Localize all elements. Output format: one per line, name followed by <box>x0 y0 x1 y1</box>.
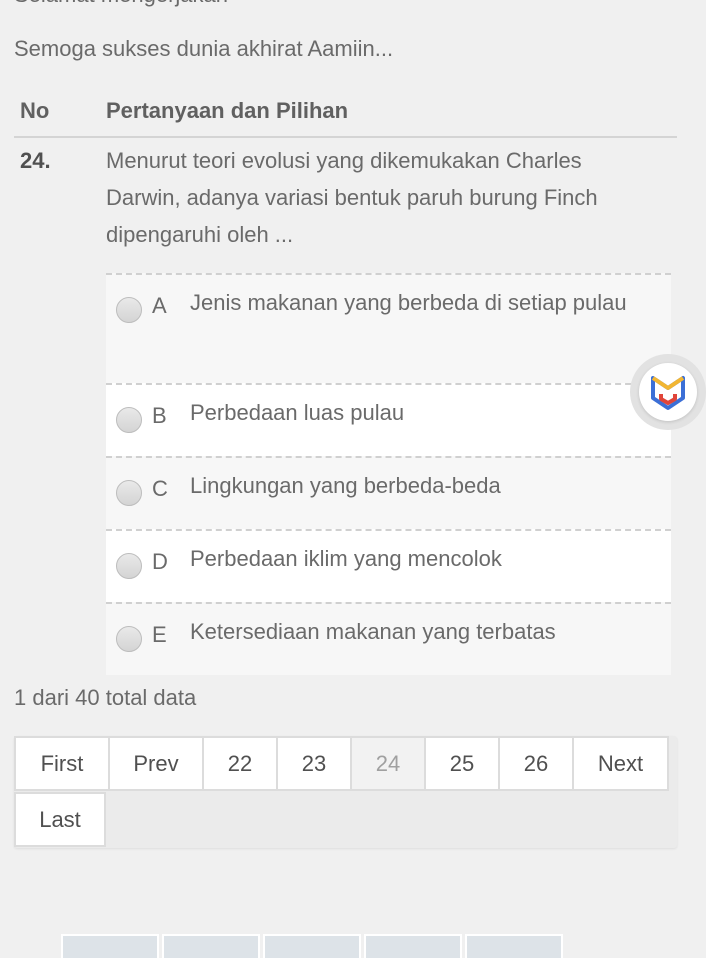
option-a-text: Jenis makanan yang berbeda di setiap pul… <box>190 290 627 315</box>
option-e-letter: E <box>152 622 167 647</box>
bottom-tab-2[interactable] <box>162 934 260 958</box>
option-c-radio[interactable] <box>116 480 142 506</box>
question-text: Menurut teori evolusi yang dikemukakan C… <box>106 148 598 247</box>
floating-app-button[interactable] <box>630 354 706 430</box>
pagination: First Prev 22 23 24 25 26 Next Last <box>14 736 677 848</box>
page-last-button[interactable]: Last <box>14 792 106 847</box>
option-d-radio[interactable] <box>116 553 142 579</box>
column-header-question: Pertanyaan dan Pilihan <box>106 98 349 123</box>
option-c-text: Lingkungan yang berbeda-beda <box>190 473 501 498</box>
option-c[interactable]: C Lingkungan yang berbeda-beda <box>106 456 671 529</box>
app-logo-icon <box>639 363 697 421</box>
page-22-button[interactable]: 22 <box>202 736 278 791</box>
option-b-letter: B <box>152 403 167 428</box>
bottom-tab-1[interactable] <box>61 934 159 958</box>
option-d-letter: D <box>152 549 168 574</box>
page-first-button[interactable]: First <box>14 736 110 791</box>
greeting-text: Semoga sukses dunia akhirat Aamiin... <box>14 36 394 61</box>
pagination-summary: 1 dari 40 total data <box>14 685 197 710</box>
column-header-no: No <box>20 98 50 123</box>
option-e-radio[interactable] <box>116 626 142 652</box>
page-24-current: 24 <box>350 736 426 791</box>
page-next-button[interactable]: Next <box>572 736 669 791</box>
top-instruction-text: Selamat mengerjakan <box>14 0 228 8</box>
bottom-tab-4[interactable] <box>364 934 462 958</box>
option-a[interactable]: A Jenis makanan yang berbeda di setiap p… <box>106 273 671 383</box>
option-a-radio[interactable] <box>116 297 142 323</box>
option-d-text: Perbedaan iklim yang mencolok <box>190 546 502 571</box>
answer-options: A Jenis makanan yang berbeda di setiap p… <box>106 273 671 675</box>
bottom-tab-3[interactable] <box>263 934 361 958</box>
option-b-radio[interactable] <box>116 407 142 433</box>
option-d[interactable]: D Perbedaan iklim yang mencolok <box>106 529 671 602</box>
option-e[interactable]: E Ketersediaan makanan yang terbatas <box>106 602 671 675</box>
page-23-button[interactable]: 23 <box>276 736 352 791</box>
option-c-letter: C <box>152 476 168 501</box>
bottom-tab-5[interactable] <box>465 934 563 958</box>
question-number: 24. <box>20 148 51 173</box>
option-e-text: Ketersediaan makanan yang terbatas <box>190 619 556 644</box>
page-prev-button[interactable]: Prev <box>108 736 204 791</box>
page-26-button[interactable]: 26 <box>498 736 574 791</box>
option-b-text: Perbedaan luas pulau <box>190 400 405 425</box>
option-a-letter: A <box>152 293 167 318</box>
option-b[interactable]: B Perbedaan luas pulau <box>106 383 671 456</box>
table-header: No Pertanyaan dan Pilihan <box>14 92 677 138</box>
page-25-button[interactable]: 25 <box>424 736 500 791</box>
